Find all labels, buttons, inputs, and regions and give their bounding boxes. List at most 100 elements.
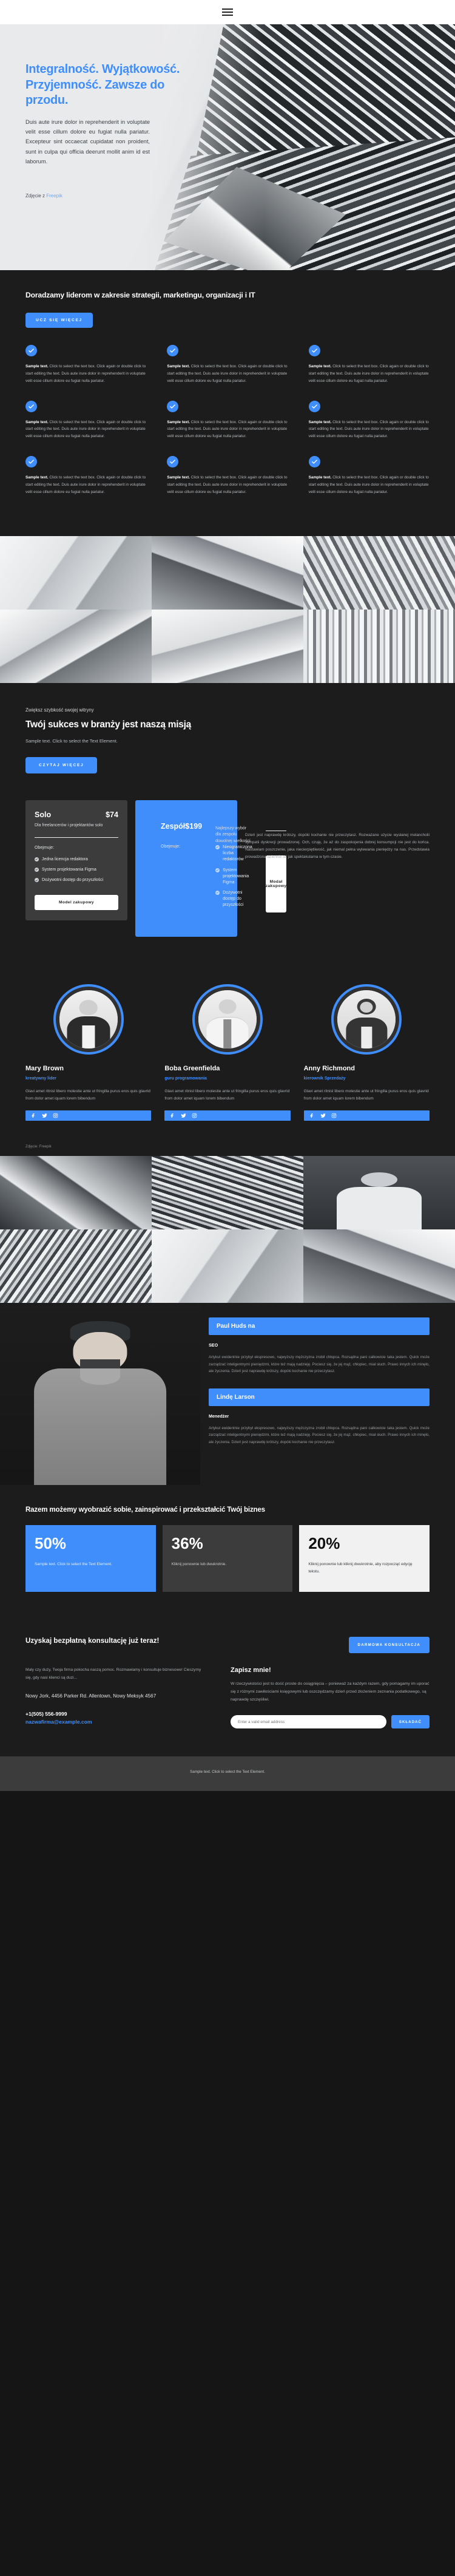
instagram-icon[interactable] bbox=[331, 1110, 337, 1121]
feature-item: Sample text. Click to select the text bo… bbox=[25, 400, 146, 441]
feature-item: Sample text. Click to select the text bo… bbox=[308, 345, 430, 385]
stat-text: Kliknij ponownie lub kliknij dwukrotnie,… bbox=[308, 1562, 413, 1574]
plan-feature-text: System projektowania Figma bbox=[223, 868, 249, 885]
team-member: Boba Greenfielda guru programowania Glav… bbox=[164, 984, 291, 1121]
buy-team-button[interactable]: Modał zakupowy bbox=[265, 855, 287, 913]
divider bbox=[35, 837, 118, 838]
twitter-icon[interactable] bbox=[320, 1110, 326, 1121]
plan-feature-text: Jedna licencja redaktora bbox=[42, 857, 88, 862]
hero-credit: Zdjęcie z Freepik bbox=[25, 193, 207, 199]
gallery-image[interactable] bbox=[152, 609, 303, 683]
check-circle-icon bbox=[35, 857, 39, 862]
team-member-bio: Glavi amet ritnisl libero molestie ante … bbox=[164, 1089, 290, 1101]
team-member-name: Boba Greenfielda bbox=[164, 1065, 220, 1073]
check-circle-icon bbox=[35, 868, 39, 872]
facebook-icon[interactable] bbox=[309, 1110, 315, 1121]
feature-lead: Sample text. bbox=[167, 364, 190, 369]
gallery-top bbox=[0, 535, 455, 683]
instagram-icon[interactable] bbox=[192, 1110, 197, 1121]
gallery-image[interactable] bbox=[0, 609, 152, 683]
stat-value: 20% bbox=[308, 1534, 340, 1553]
feature-lead: Sample text. bbox=[308, 364, 332, 369]
avatar[interactable] bbox=[53, 984, 124, 1055]
stat-value: 36% bbox=[171, 1534, 203, 1553]
feature-lead: Sample text. bbox=[25, 475, 49, 480]
plan-name: Zespół bbox=[161, 821, 186, 831]
gallery-image[interactable] bbox=[0, 1156, 152, 1230]
social-links bbox=[25, 1110, 152, 1121]
stat-card: 50% Sample text. Click to select the Tex… bbox=[25, 1525, 156, 1592]
email-field[interactable] bbox=[231, 1715, 386, 1729]
check-icon bbox=[308, 345, 320, 356]
list-item: System projektowania Figma bbox=[35, 867, 118, 873]
testimonial-name-0: Paul Huds na bbox=[209, 1317, 430, 1336]
submit-button[interactable]: SKŁADAĆ bbox=[391, 1715, 430, 1729]
mission-note: Sample text. Click to select the Text El… bbox=[25, 738, 118, 744]
team-member-name: Mary Brown bbox=[25, 1065, 64, 1073]
stat-text: Kliknij ponownie lub dwukrotnie. bbox=[171, 1562, 227, 1567]
team-member: Mary Brown kreatywny lider Glavi amet ri… bbox=[25, 984, 152, 1121]
hamburger-menu-icon[interactable] bbox=[220, 6, 235, 18]
testimonials-section: Paul Huds na SEO Artykuł ewidentnie przy… bbox=[0, 1303, 455, 1486]
feature-lead: Sample text. bbox=[308, 420, 332, 424]
feature-lead: Sample text. bbox=[308, 475, 332, 480]
check-circle-icon bbox=[35, 878, 39, 883]
instagram-icon[interactable] bbox=[53, 1110, 58, 1121]
plan-feature-text: System projektowania Figma bbox=[42, 868, 96, 872]
team-section: Mary Brown kreatywny lider Glavi amet ri… bbox=[0, 962, 455, 1157]
gallery-image[interactable] bbox=[303, 609, 455, 683]
team-member-name: Anny Richmond bbox=[303, 1065, 355, 1073]
check-icon bbox=[167, 456, 179, 468]
check-circle-icon bbox=[215, 868, 220, 872]
facebook-icon[interactable] bbox=[170, 1110, 175, 1121]
free-consultation-button[interactable]: DARMOWA KONSULTACJA bbox=[348, 1637, 430, 1654]
feature-item: Sample text. Click to select the text bo… bbox=[308, 400, 430, 441]
pricing-side-text: Dzień jest naprawdę krótszy, dopóki koch… bbox=[245, 832, 430, 860]
hero-section: Integralność. Wyjątkowość. Przyjemność. … bbox=[0, 24, 455, 270]
learn-more-button[interactable]: UCZ SIĘ WIĘCEJ bbox=[25, 313, 93, 328]
plan-price: $74 bbox=[106, 810, 118, 819]
check-icon bbox=[308, 456, 320, 468]
team-member-role: guru programowania bbox=[164, 1076, 207, 1081]
check-icon bbox=[167, 400, 179, 412]
contact-address: Nowy Jork, 4456 Parker Rd. Allentown, No… bbox=[25, 1693, 157, 1699]
mission-eyebrow: Zwiększ szybkość swojej witryny bbox=[25, 707, 94, 713]
avatar[interactable] bbox=[192, 984, 263, 1055]
buy-solo-button[interactable]: Model zakupowy bbox=[35, 894, 118, 910]
avatar[interactable] bbox=[331, 984, 402, 1055]
gallery-image[interactable] bbox=[152, 535, 303, 610]
gallery-image[interactable] bbox=[0, 1229, 152, 1303]
gallery-image[interactable] bbox=[152, 1156, 303, 1230]
site-footer: Sample text. Click to select the Text El… bbox=[0, 1756, 455, 1792]
cta-heading: Uzyskaj bezpłatną konsultację już teraz! bbox=[25, 1637, 160, 1645]
read-more-button[interactable]: CZYTAJ WIĘCEJ bbox=[25, 756, 98, 773]
team-member: Anny Richmond kierownik Sprzedaży Glavi … bbox=[303, 984, 430, 1121]
gallery-image-portrait[interactable] bbox=[303, 1156, 455, 1230]
feature-lead: Sample text. bbox=[167, 475, 190, 480]
gallery-image[interactable] bbox=[303, 535, 455, 610]
hero-credit-link[interactable]: Freepik bbox=[46, 193, 62, 199]
contact-phone[interactable]: +1(505) 556-9999 bbox=[25, 1711, 207, 1717]
plan-feature-list: Jedna licencja redaktora System projekto… bbox=[35, 857, 118, 883]
gallery-image[interactable] bbox=[152, 1229, 303, 1303]
plan-description: Dla freelancerów i projektantów solo bbox=[35, 823, 103, 828]
plan-name: Solo bbox=[35, 810, 52, 819]
plan-includes-label: Obejmuje: bbox=[161, 845, 180, 849]
stat-text: Sample text. Click to select the Text El… bbox=[35, 1562, 112, 1567]
list-item: Dożywotni dostęp do przyszłości bbox=[215, 890, 252, 908]
plan-feature-text: Dożywotni dostęp do przyszłości bbox=[42, 878, 104, 883]
check-circle-icon bbox=[215, 890, 220, 895]
gallery-image[interactable] bbox=[0, 535, 152, 610]
stats-heading: Razem możemy wyobrazić sobie, zainspirow… bbox=[25, 1506, 265, 1514]
check-icon bbox=[25, 400, 37, 412]
advisory-heading: Doradzamy liderom w zakresie strategii, … bbox=[25, 291, 255, 299]
twitter-icon[interactable] bbox=[181, 1110, 186, 1121]
contact-email[interactable]: nazwafirma@example.com bbox=[25, 1719, 207, 1725]
gallery-image[interactable] bbox=[303, 1229, 455, 1303]
footer-text: Sample text. Click to select the Text El… bbox=[190, 1770, 265, 1775]
twitter-icon[interactable] bbox=[42, 1110, 47, 1121]
facebook-icon[interactable] bbox=[31, 1110, 36, 1121]
testimonial-quote-1: Artykuł ewidentnie przybył ekspresowo, n… bbox=[209, 1426, 430, 1444]
testimonial-name-1: Lindę Larson bbox=[209, 1388, 430, 1406]
feature-lead: Sample text. bbox=[167, 420, 190, 424]
